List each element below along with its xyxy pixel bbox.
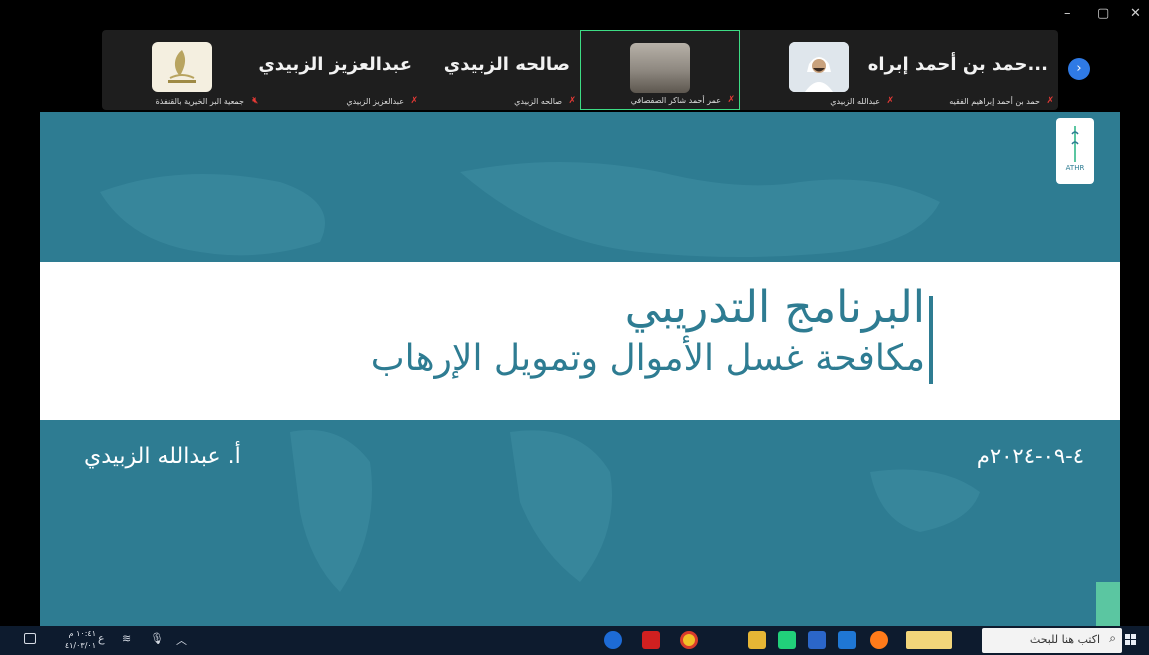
participant-name: صالحه الزبيدي [514, 97, 562, 106]
close-button[interactable]: ✕ [1130, 6, 1141, 21]
accent-bar [1096, 582, 1120, 626]
participant-tile[interactable]: ...حمد بن أحمد إبراه حمد بن أحمد إبراهيم… [868, 30, 1058, 110]
next-participants-button[interactable]: › [1068, 58, 1090, 80]
screen: – ▢ ✕ جمعية البر الخيرية بالقنفذة 🔇︎ عبد… [0, 0, 1149, 655]
taskbar-clock[interactable]: ١٠:٤١ م ٤١/٠٣/٠١ [58, 628, 96, 652]
microphone-icon[interactable]: 🎙︎ [150, 632, 164, 645]
slide-title: البرنامج التدريبي [624, 282, 925, 333]
participant-tile[interactable]: عبدالعزيز الزبيدي عبدالعزيز الزبيدي ✗ [258, 30, 422, 110]
clock-time: ١٠:٤١ م [68, 629, 96, 638]
shared-slide: ATHR البرنامج التدريبي مكافحة غسل الأموا… [40, 112, 1120, 626]
mic-muted-icon: ✗ [568, 96, 576, 106]
slide-subtitle: مكافحة غسل الأموال وتمويل الإرهاب [370, 338, 925, 379]
participant-display-name: عبدالعزيز الزبيدي [258, 54, 412, 75]
search-placeholder: اكتب هنا للبحث [1029, 633, 1100, 646]
mic-muted-icon: ✗ [1046, 96, 1054, 106]
paint-icon[interactable] [906, 631, 952, 649]
mic-muted-icon: 🔇︎ [252, 96, 258, 106]
participant-name: جمعية البر الخيرية بالقنفذة [155, 97, 244, 106]
participant-tile[interactable]: جمعية البر الخيرية بالقنفذة 🔇︎ [102, 30, 262, 110]
logo-text: ATHR [1065, 164, 1085, 172]
participant-name: عمر أحمد شاكر الصفصافي [630, 96, 721, 105]
store-icon[interactable] [808, 631, 826, 649]
chrome-icon[interactable] [680, 631, 698, 649]
mic-muted-icon: ✗ [886, 96, 894, 106]
participant-tile-active[interactable]: عمر أحمد شاكر الصفصافي ✗ [580, 30, 740, 110]
participant-display-name: ...حمد بن أحمد إبراه [867, 54, 1048, 75]
pycharm-icon[interactable] [778, 631, 796, 649]
firefox-icon[interactable] [870, 631, 888, 649]
edge-icon[interactable] [604, 631, 622, 649]
mic-muted-icon: ✗ [727, 95, 735, 105]
participants-strip: جمعية البر الخيرية بالقنفذة 🔇︎ عبدالعزيز… [102, 30, 1058, 110]
participant-video [630, 43, 690, 93]
network-icon[interactable]: ≋ [122, 632, 131, 645]
taskbar-search-box[interactable]: ⌕ اكتب هنا للبحث [982, 628, 1122, 653]
participant-name: عبدالله الزبيدي [830, 97, 880, 106]
windows-taskbar: ⌕ اكتب هنا للبحث ︿ 🎙︎ ≋ ع ١٠:٤١ م ٤١/٠٣/… [0, 626, 1149, 655]
minimize-button[interactable]: – [1064, 6, 1071, 21]
maximize-button[interactable]: ▢ [1097, 6, 1109, 21]
notifications-icon[interactable] [24, 633, 36, 644]
participant-tile[interactable]: صالحه الزبيدي صالحه الزبيدي ✗ [422, 30, 580, 110]
acrobat-icon[interactable] [642, 631, 660, 649]
organization-logo [152, 42, 212, 92]
athr-logo: ATHR [1056, 118, 1094, 184]
title-band: البرنامج التدريبي مكافحة غسل الأموال وتم… [40, 262, 1120, 420]
clock-date: ٤١/٠٣/٠١ [64, 641, 96, 650]
presenter-name: أ. عبدالله الزبيدي [84, 444, 241, 469]
show-hidden-icons-icon[interactable]: ︿ [176, 632, 187, 648]
windows-start-icon[interactable] [1125, 634, 1137, 646]
file-explorer-icon[interactable] [748, 631, 766, 649]
mic-muted-icon: ✗ [410, 96, 418, 106]
participant-name: عبدالعزيز الزبيدي [346, 97, 404, 106]
participant-display-name: صالحه الزبيدي [443, 54, 570, 75]
search-icon: ⌕ [1109, 631, 1116, 645]
slide-date: ٤-٠٩-٢٠٢٤م [976, 444, 1084, 468]
title-divider [929, 296, 933, 384]
language-indicator[interactable]: ع [98, 632, 105, 645]
participant-avatar [789, 42, 849, 92]
participant-name: حمد بن أحمد إبراهيم الفقيه [949, 97, 1040, 106]
mail-icon[interactable] [838, 631, 856, 649]
